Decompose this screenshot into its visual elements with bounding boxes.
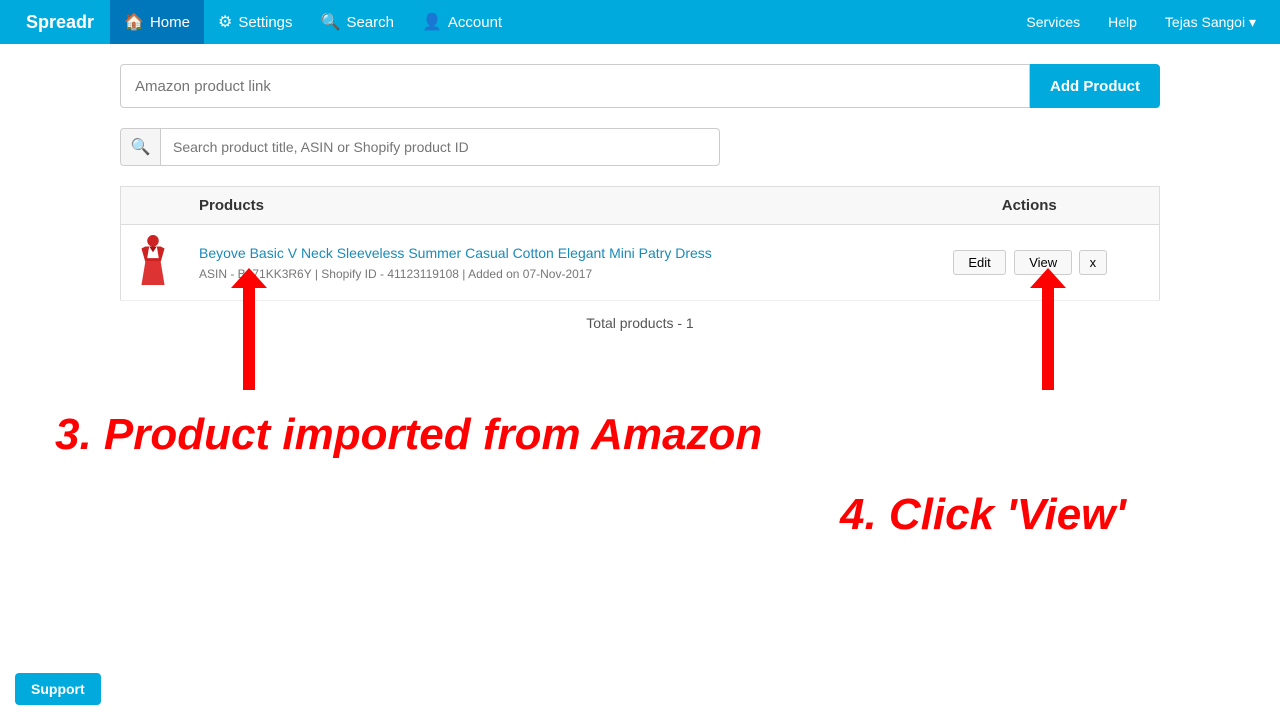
main-content: Add Product 🔍 Products Actions (0, 44, 1280, 351)
search-row-icon: 🔍 (121, 129, 161, 165)
nav-account[interactable]: 👤 Account (408, 0, 516, 44)
products-table: Products Actions Beyove Basic V Neck Sle… (120, 186, 1160, 301)
account-icon: 👤 (422, 12, 442, 32)
annotation-step4: 4. Click 'View' (840, 490, 1126, 540)
nav-user[interactable]: Tejas Sangoi ▾ (1151, 0, 1270, 44)
add-product-button[interactable]: Add Product (1030, 64, 1160, 108)
product-meta: ASIN - B071KK3R6Y | Shopify ID - 4112311… (199, 267, 886, 281)
product-link-row: Add Product (120, 64, 1160, 108)
home-icon: 🏠 (124, 12, 144, 32)
annotation-step3: 3. Product imported from Amazon (55, 410, 762, 460)
nav-help[interactable]: Help (1094, 0, 1151, 44)
product-info-cell: Beyove Basic V Neck Sleeveless Summer Ca… (185, 225, 900, 301)
table-row: Beyove Basic V Neck Sleeveless Summer Ca… (121, 225, 1160, 301)
dress-thumbnail-icon (135, 235, 171, 285)
navbar-right: Services Help Tejas Sangoi ▾ (1012, 0, 1270, 44)
support-button[interactable]: Support (15, 673, 101, 705)
view-button[interactable]: View (1014, 250, 1072, 275)
nav-home[interactable]: 🏠 Home (110, 0, 204, 44)
nav-services[interactable]: Services (1012, 0, 1094, 44)
product-actions-cell: Edit View x (900, 225, 1160, 301)
settings-icon: ⚙ (218, 12, 232, 32)
nav-search[interactable]: 🔍 Search (307, 0, 408, 44)
product-name-link[interactable]: Beyove Basic V Neck Sleeveless Summer Ca… (199, 245, 712, 261)
products-col-header: Products (185, 187, 900, 225)
brand-logo[interactable]: Spreadr (10, 12, 110, 33)
amazon-product-link-input[interactable] (120, 64, 1030, 108)
search-icon: 🔍 (321, 12, 341, 32)
navbar: Spreadr 🏠 Home ⚙ Settings 🔍 Search 👤 Acc… (0, 0, 1280, 44)
actions-col-header: Actions (900, 187, 1160, 225)
product-search-input[interactable] (161, 139, 719, 155)
delete-button[interactable]: x (1079, 250, 1108, 275)
total-products-label: Total products - 1 (120, 315, 1160, 331)
thumb-col-header (121, 187, 186, 225)
nav-settings[interactable]: ⚙ Settings (204, 0, 307, 44)
product-search-row: 🔍 (120, 128, 720, 166)
product-thumb-cell (121, 225, 186, 301)
edit-button[interactable]: Edit (953, 250, 1005, 275)
